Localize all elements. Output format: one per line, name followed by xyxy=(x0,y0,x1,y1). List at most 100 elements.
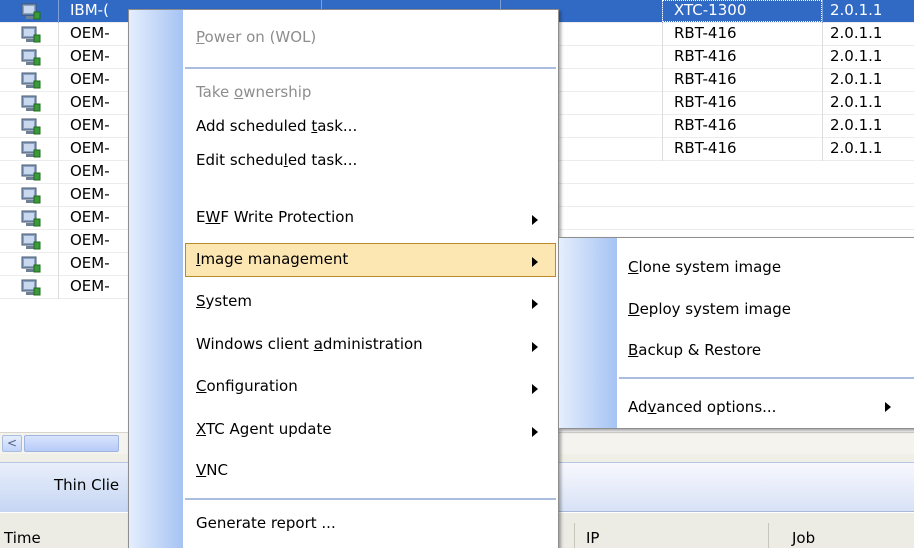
client-name: OEM- xyxy=(70,116,110,134)
menu-item-label: Backup & Restore xyxy=(628,341,762,359)
computer-monitor-icon xyxy=(20,118,42,136)
column-divider xyxy=(662,138,663,161)
submenu-item-deploy-system-image[interactable]: Deploy system image xyxy=(619,288,914,330)
client-version: 2.0.1.1 xyxy=(830,1,883,19)
client-version: 2.0.1.1 xyxy=(830,70,883,88)
client-version: 2.0.1.1 xyxy=(830,47,883,65)
client-model: RBT-416 xyxy=(674,116,737,134)
triangle-right-icon xyxy=(885,402,891,412)
menu-item-ewf-write-protection[interactable]: EWF Write Protection xyxy=(185,201,556,235)
client-version: 2.0.1.1 xyxy=(830,93,883,111)
column-divider xyxy=(58,92,59,115)
computer-monitor-icon xyxy=(20,49,42,67)
menu-item-label: Edit scheduled task... xyxy=(196,151,358,169)
menu-item-windows-client-administration[interactable]: Windows client administration xyxy=(185,328,556,362)
application-window: IBM-( XTC-1300 2.0.1.1 OEM- RBT-416 2.0.… xyxy=(0,0,914,548)
column-divider xyxy=(58,69,59,92)
computer-monitor-icon xyxy=(20,187,42,205)
client-model: RBT-416 xyxy=(674,47,737,65)
computer-monitor-icon xyxy=(20,72,42,90)
submenu-item-backup-restore[interactable]: Backup & Restore xyxy=(619,329,914,371)
menu-item-label: Deploy system image xyxy=(628,300,792,318)
client-model: RBT-416 xyxy=(674,139,737,157)
column-divider xyxy=(58,23,59,46)
column-divider xyxy=(58,230,59,253)
menu-item-label: EWF Write Protection xyxy=(196,208,354,226)
menu-item-vnc[interactable]: VNC xyxy=(185,454,556,488)
client-name: OEM- xyxy=(70,254,110,272)
triangle-right-icon xyxy=(532,342,538,352)
column-divider xyxy=(822,69,823,92)
computer-monitor-icon xyxy=(20,164,42,182)
menu-item-label: Configuration xyxy=(196,377,298,395)
client-model: RBT-416 xyxy=(674,24,737,42)
menu-item-label: System xyxy=(196,292,252,310)
client-name: OEM- xyxy=(70,70,110,88)
menu-item-label: Take ownership xyxy=(196,83,312,101)
triangle-right-icon xyxy=(532,257,538,267)
submenu-item-clone-system-image[interactable]: Clone system image xyxy=(619,246,914,288)
menu-icon-strip xyxy=(129,10,183,548)
arrow-left-icon[interactable]: < xyxy=(2,435,22,452)
triangle-right-icon xyxy=(532,427,538,437)
column-divider xyxy=(662,23,663,46)
menu-item-power-on-wol[interactable]: Power on (WOL) xyxy=(185,21,556,55)
client-name: OEM- xyxy=(70,185,110,203)
triangle-right-icon xyxy=(532,384,538,394)
column-divider xyxy=(58,161,59,184)
menu-icon-strip xyxy=(559,238,617,428)
menu-item-system[interactable]: System xyxy=(185,285,556,319)
client-version: 2.0.1.1 xyxy=(830,139,883,157)
tab-label: Thin Clie xyxy=(54,476,120,494)
computer-monitor-icon xyxy=(20,95,42,113)
menu-item-label: Generate report ... xyxy=(196,514,336,532)
client-name: OEM- xyxy=(70,277,110,295)
client-model: RBT-416 xyxy=(674,93,737,111)
image-management-submenu: Clone system image Deploy system image B… xyxy=(558,237,914,429)
column-divider xyxy=(662,115,663,138)
computer-monitor-icon xyxy=(20,279,42,297)
column-divider xyxy=(822,46,823,69)
client-version: 2.0.1.1 xyxy=(830,116,883,134)
column-divider xyxy=(58,276,59,299)
column-divider xyxy=(768,523,769,548)
computer-monitor-icon xyxy=(20,210,42,228)
menu-item-xtc-agent-update[interactable]: XTC Agent update xyxy=(185,413,556,447)
client-name: IBM-( xyxy=(70,1,109,19)
menu-item-take-ownership[interactable]: Take ownership xyxy=(185,76,556,110)
column-header-time[interactable]: Time xyxy=(4,529,41,547)
column-header-job[interactable]: Job xyxy=(792,529,815,547)
column-header-ip[interactable]: IP xyxy=(586,529,599,547)
client-model: XTC-1300 xyxy=(674,1,747,19)
menu-separator xyxy=(619,377,914,379)
menu-item-label: Windows client administration xyxy=(196,335,423,353)
menu-separator xyxy=(185,498,556,500)
menu-item-edit-scheduled-task[interactable]: Edit scheduled task... xyxy=(185,144,556,178)
submenu-item-advanced-options[interactable]: Advanced options... xyxy=(619,386,914,428)
menu-item-label: Power on (WOL) xyxy=(196,28,317,46)
computer-monitor-icon xyxy=(20,233,42,251)
menu-item-image-management[interactable]: Image management xyxy=(185,243,556,277)
menu-item-label: Advanced options... xyxy=(628,398,777,416)
triangle-right-icon xyxy=(532,299,538,309)
menu-item-label: VNC xyxy=(196,461,228,479)
column-divider xyxy=(822,23,823,46)
column-divider xyxy=(822,115,823,138)
client-model: RBT-416 xyxy=(674,70,737,88)
column-divider xyxy=(58,46,59,69)
computer-monitor-icon xyxy=(20,256,42,274)
menu-item-configuration[interactable]: Configuration xyxy=(185,370,556,404)
context-menu: Power on (WOL) Take ownership Add schedu… xyxy=(128,9,559,548)
client-name: OEM- xyxy=(70,93,110,111)
column-divider xyxy=(662,92,663,115)
menu-item-generate-report[interactable]: Generate report ... xyxy=(185,507,556,541)
computer-monitor-icon xyxy=(20,141,42,159)
menu-item-add-scheduled-task[interactable]: Add scheduled task... xyxy=(185,110,556,144)
scrollbar-thumb[interactable] xyxy=(24,435,119,452)
column-divider xyxy=(822,0,823,23)
column-divider xyxy=(822,138,823,161)
column-divider xyxy=(574,523,575,548)
menu-item-label: Image management xyxy=(196,250,349,268)
menu-item-label: Clone system image xyxy=(628,258,782,276)
column-divider xyxy=(662,69,663,92)
